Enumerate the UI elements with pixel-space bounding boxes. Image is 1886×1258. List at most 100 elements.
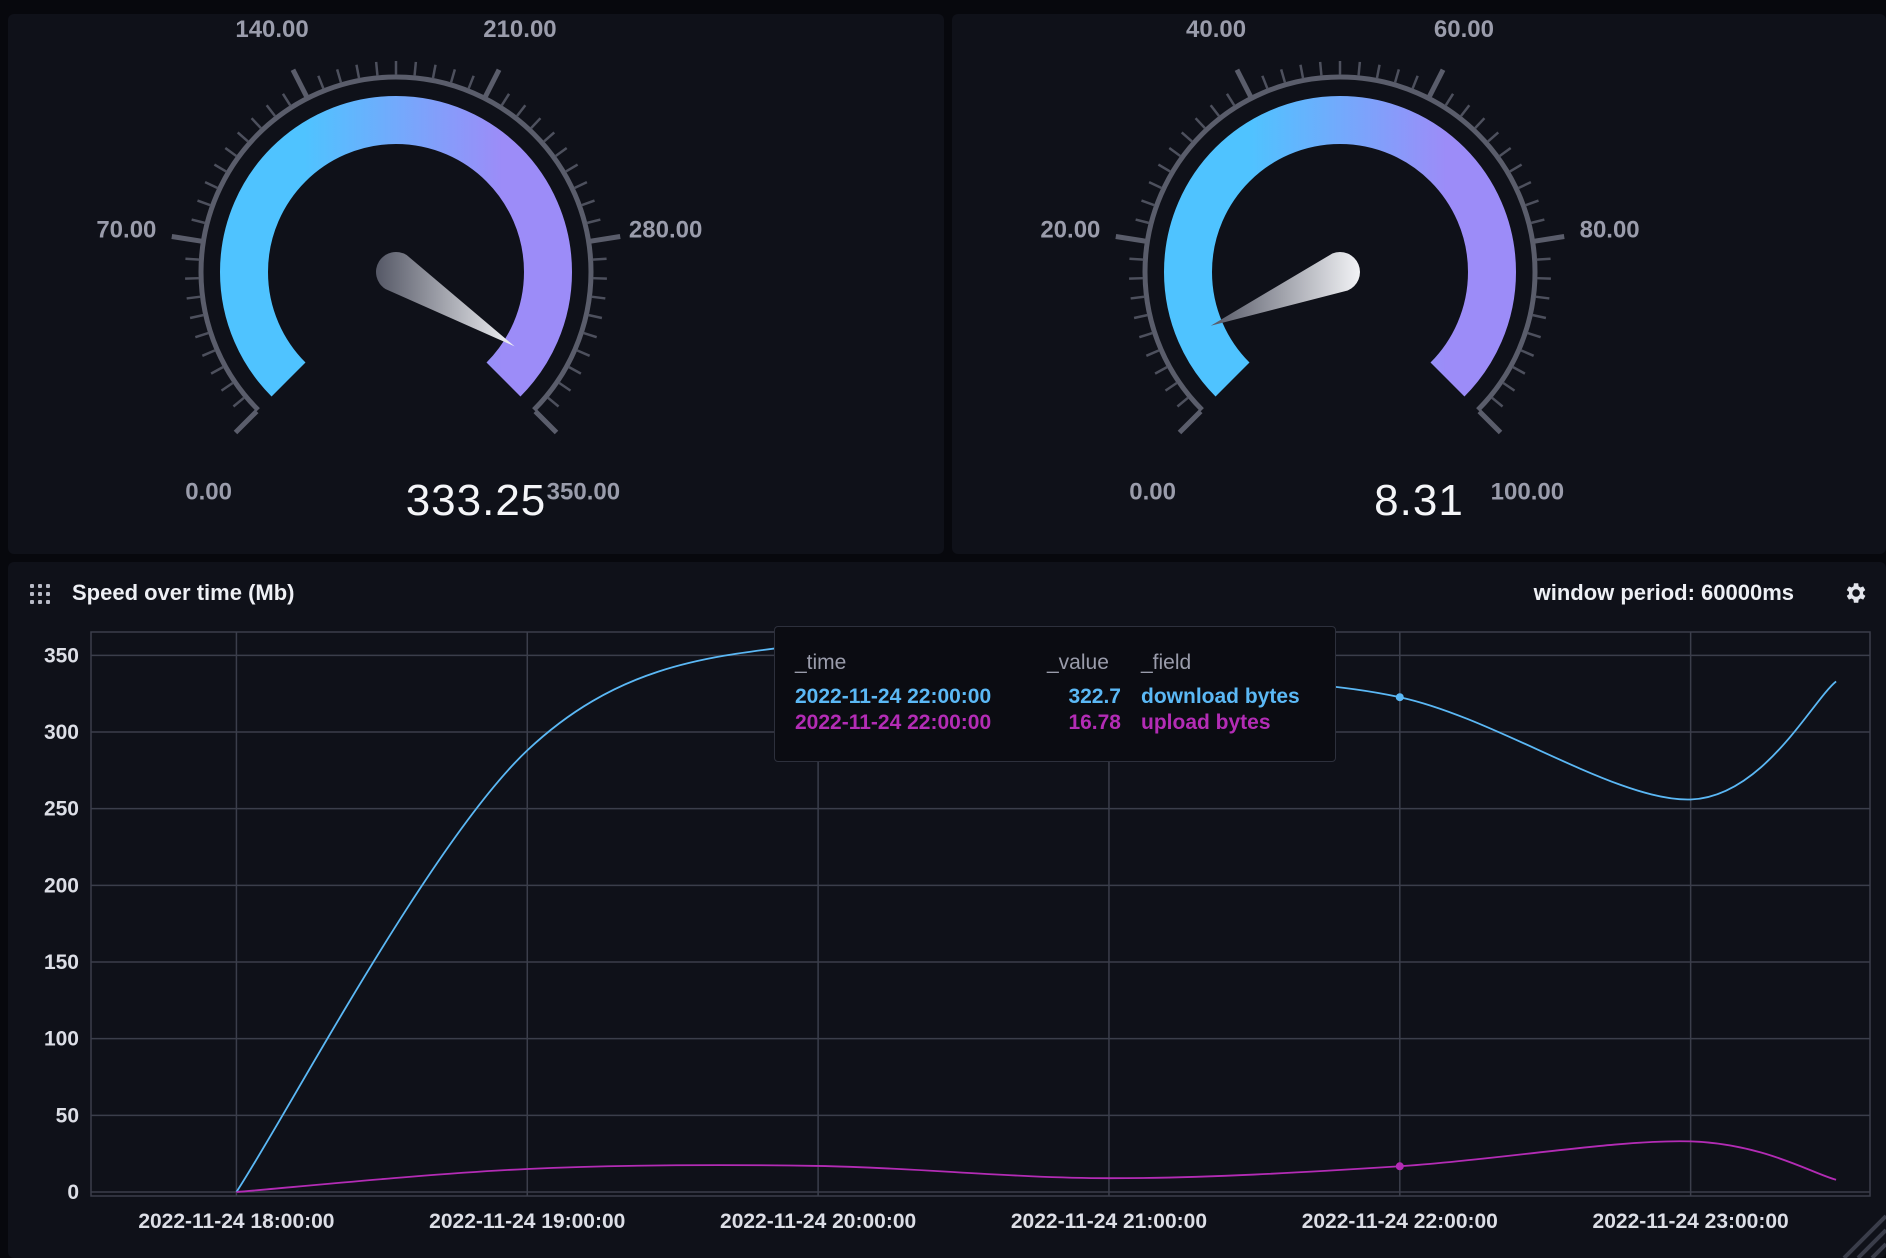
gauge-minor-tick — [186, 295, 201, 300]
gauge-minor-tick — [1375, 64, 1381, 79]
tooltip-header-time: _time — [795, 651, 847, 674]
gauge-minor-tick — [554, 146, 568, 158]
gauge-minor-tick — [1520, 349, 1535, 357]
gauge-tick-label: 80.00 — [1580, 216, 1640, 243]
gauge-minor-tick — [500, 93, 511, 107]
gauge-tick-label: 280.00 — [629, 216, 702, 243]
y-tick-label: 250 — [44, 798, 79, 821]
y-tick-label: 350 — [44, 644, 79, 667]
gauge-minor-tick — [265, 104, 277, 118]
gauge-minor-tick — [201, 349, 216, 357]
y-tick-label: 100 — [44, 1028, 79, 1051]
gauge-minor-tick — [191, 218, 206, 225]
gauge-tick-label: 60.00 — [1434, 16, 1494, 43]
gauge-needle — [376, 252, 515, 347]
gauge-minor-tick — [236, 131, 250, 143]
upload-gauge-panel: 0.00 20.00 40.00 60.00 80.00 100.00 8.31 — [952, 14, 1886, 554]
gauge-minor-tick — [1531, 313, 1547, 320]
x-tick-label: 2022-11-24 20:00:00 — [720, 1210, 916, 1233]
gauge-minor-tick — [449, 69, 457, 84]
gauge-minor-tick — [374, 61, 379, 76]
gauge-minor-tick — [1141, 199, 1156, 207]
gauge-minor-tick — [1318, 61, 1323, 76]
gauge-minor-tick — [587, 313, 603, 320]
gauge-minor-tick — [210, 365, 224, 375]
tooltip-header-field: _field — [1141, 651, 1192, 674]
gauge-minor-tick — [1138, 331, 1154, 339]
x-tick-label: 2022-11-24 22:00:00 — [1302, 1210, 1498, 1233]
resize-handle-icon[interactable] — [1834, 1206, 1886, 1258]
gauge-major-tick — [171, 234, 202, 244]
x-tick-label: 2022-11-24 23:00:00 — [1593, 1210, 1789, 1233]
gauge-minor-tick — [467, 75, 475, 90]
gauge-minor-tick — [1154, 365, 1168, 375]
gauge-minor-tick — [591, 295, 606, 300]
gauge-minor-tick — [194, 331, 210, 339]
gauge-minor-tick — [1498, 146, 1512, 158]
tooltip-row-field: upload bytes — [1141, 711, 1271, 734]
gauge-minor-tick — [1526, 331, 1542, 339]
gauge-minor-tick — [413, 61, 418, 76]
gauge-minor-tick — [568, 365, 582, 375]
gauge-minor-tick — [431, 64, 437, 79]
gauge-minor-tick — [281, 93, 292, 107]
hover-point — [1395, 693, 1404, 702]
tooltip-row-time: 2022-11-24 22:00:00 — [795, 711, 992, 734]
gauge-major-tick — [1534, 234, 1565, 244]
gauge-minor-tick — [1393, 69, 1401, 84]
gauge-minor-tick — [1502, 381, 1516, 392]
gauge-minor-tick — [1512, 365, 1526, 375]
gauge-major-tick — [1115, 234, 1146, 244]
gauge-band — [1164, 96, 1516, 397]
tooltip-row-time: 2022-11-24 22:00:00 — [795, 685, 992, 708]
tooltip-row-value: 322.7 — [1068, 685, 1121, 708]
download-gauge-panel: 0.00 70.00 140.00 210.00 280.00 350.00 333.25 — [8, 14, 944, 554]
tooltip-row-field: download bytes — [1141, 685, 1300, 708]
gauge-needle — [1210, 252, 1360, 326]
gauge-tick-label: 210.00 — [483, 16, 556, 43]
gauge-minor-tick — [1157, 163, 1172, 173]
x-tick-label: 2022-11-24 21:00:00 — [1011, 1210, 1207, 1233]
y-tick-label: 0 — [67, 1181, 79, 1204]
gauge-minor-tick — [1135, 218, 1150, 225]
series-line-upload-bytes — [236, 1140, 1837, 1193]
gauge-minor-tick — [1535, 295, 1550, 300]
gauge-minor-tick — [515, 104, 527, 118]
tooltip-row-value: 16.78 — [1068, 711, 1121, 734]
gauge-minor-tick — [1299, 64, 1305, 79]
gauge-minor-tick — [204, 181, 219, 190]
y-tick-label: 200 — [44, 874, 79, 897]
gauge-minor-tick — [542, 131, 556, 143]
gauge-minor-tick — [1194, 117, 1207, 130]
upload-gauge-value: 8.31 — [1374, 476, 1464, 525]
gauge-minor-tick — [580, 199, 595, 207]
gauge-minor-tick — [1148, 181, 1163, 190]
y-tick-label: 300 — [44, 721, 79, 744]
gauge-minor-tick — [1279, 69, 1287, 84]
gauge-tick-label: 40.00 — [1186, 16, 1246, 43]
gauge-minor-tick — [224, 146, 238, 158]
gauge-minor-tick — [1180, 131, 1194, 143]
gauge-major-tick — [483, 68, 502, 98]
gauge-minor-tick — [573, 181, 588, 190]
x-tick-label: 2022-11-24 18:00:00 — [138, 1210, 334, 1233]
gauge-minor-tick — [1444, 93, 1455, 107]
gauge-major-tick — [1177, 409, 1203, 435]
gauge-minor-tick — [185, 257, 200, 261]
gauge-minor-tick — [355, 64, 361, 79]
gauge-minor-tick — [1490, 396, 1504, 408]
gauge-minor-tick — [1411, 75, 1419, 90]
gauge-tick-label: 70.00 — [96, 216, 156, 243]
hover-tooltip: _time _value _field 2022-11-24 22:00:00 … — [774, 626, 1336, 762]
gauge-tick-label: 20.00 — [1040, 216, 1100, 243]
speed-graph-panel: Speed over time (Mb) window period: 6000… — [8, 562, 1886, 1258]
gauge-minor-tick — [582, 331, 598, 339]
download-gauge-value: 333.25 — [405, 476, 547, 525]
gauge-minor-tick — [1517, 181, 1532, 190]
gauge-minor-tick — [1536, 257, 1551, 261]
gauge-minor-tick — [189, 313, 205, 320]
gauge-minor-tick — [1524, 199, 1539, 207]
gauge-major-tick — [590, 234, 621, 244]
gauge-minor-tick — [335, 69, 343, 84]
gauge-minor-tick — [1530, 218, 1545, 225]
